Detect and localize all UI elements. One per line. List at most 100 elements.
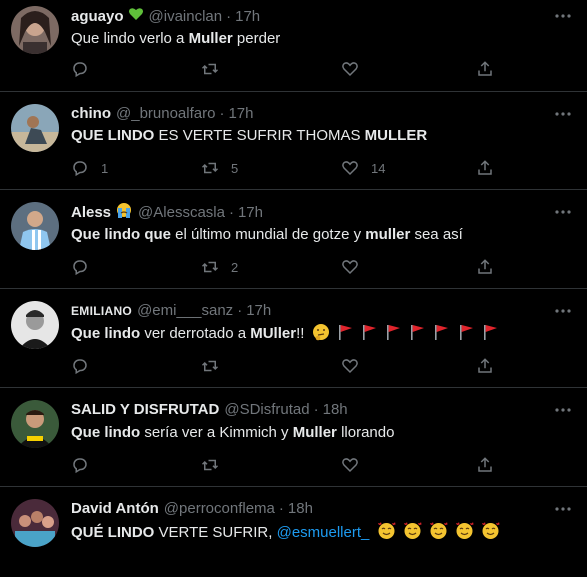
more-icon[interactable] <box>553 402 573 418</box>
display-name[interactable]: EMILIANO <box>71 301 132 321</box>
reply-button[interactable] <box>71 258 101 276</box>
tweet-header: SALID Y DISFRUTAD @SDisfrutad · 18h <box>71 400 348 420</box>
smiling-face-with-hearts-icon <box>429 522 448 546</box>
text-segment: Que lindo verlo a <box>71 30 189 47</box>
text-segment: llorando <box>336 424 395 441</box>
tweet-actions: 2 <box>71 258 501 278</box>
reply-button[interactable] <box>71 357 101 375</box>
reply-button[interactable]: 1 <box>71 159 108 177</box>
handle[interactable]: @SDisfrutad <box>224 400 309 420</box>
display-name[interactable]: SALID Y DISFRUTAD <box>71 400 219 420</box>
share-button[interactable] <box>476 258 494 276</box>
display-name[interactable]: aguayo <box>71 7 124 27</box>
smiling-face-with-hearts-icon <box>455 522 474 546</box>
red-flag-icon <box>482 323 499 347</box>
like-button[interactable] <box>341 357 371 375</box>
timestamp[interactable]: 17h <box>238 203 263 223</box>
reply-icon <box>71 456 89 474</box>
tweet[interactable]: Aless @Alesscasla · 17h Que lindo que el… <box>0 190 587 289</box>
avatar[interactable] <box>11 499 59 547</box>
red-flag-icon <box>458 323 475 347</box>
more-icon[interactable] <box>553 106 573 122</box>
handle[interactable]: @_brunoalfaro <box>116 104 215 124</box>
more-icon[interactable] <box>553 303 573 319</box>
tweet-header: chino @_brunoalfaro · 17h <box>71 104 254 124</box>
mention-link[interactable]: @esmuellert_ <box>277 524 370 541</box>
separator: · <box>313 401 319 418</box>
reply-button[interactable] <box>71 456 101 474</box>
display-name[interactable]: chino <box>71 104 111 124</box>
avatar[interactable] <box>11 400 59 448</box>
share-button[interactable] <box>476 456 494 474</box>
text-segment-bold: MULLER <box>364 127 428 144</box>
separator: · <box>219 105 225 122</box>
like-icon <box>341 60 359 78</box>
reply-icon <box>71 258 89 276</box>
smiling-face-with-hearts-icon <box>481 522 500 546</box>
text-segment: !! <box>296 325 305 342</box>
reply-button[interactable] <box>71 60 101 78</box>
more-icon[interactable] <box>553 204 573 220</box>
text-segment-bold: Que lindo que <box>71 226 171 243</box>
reply-icon <box>71 357 89 375</box>
retweet-button[interactable] <box>201 60 231 78</box>
tweet[interactable]: chino @_brunoalfaro · 17h QUE LINDO ES V… <box>0 92 587 190</box>
avatar[interactable] <box>11 6 59 54</box>
timestamp[interactable]: 18h <box>323 400 348 420</box>
handle[interactable]: @ivainclan <box>149 7 223 27</box>
tweet[interactable]: aguayo @ivainclan · 17h Que lindo verlo … <box>0 0 587 92</box>
text-segment-bold: Que lindo <box>71 325 141 342</box>
share-button[interactable] <box>476 159 494 177</box>
avatar[interactable] <box>11 202 59 250</box>
retweet-button[interactable]: 2 <box>201 258 238 276</box>
share-button[interactable] <box>476 357 494 375</box>
red-flag-icon <box>409 323 426 347</box>
tweet[interactable]: SALID Y DISFRUTAD @SDisfrutad · 18h Que … <box>0 388 587 487</box>
tweet-actions <box>71 456 501 476</box>
retweet-button[interactable] <box>201 456 231 474</box>
retweet-icon <box>201 456 219 474</box>
separator: · <box>278 500 284 517</box>
avatar[interactable] <box>11 301 59 349</box>
text-segment-bold: QUE LINDO <box>71 127 155 144</box>
handle[interactable]: @perroconflema <box>164 499 275 519</box>
retweet-icon <box>201 159 219 177</box>
like-button[interactable] <box>341 258 371 276</box>
display-name[interactable]: David Antón <box>71 499 159 519</box>
text-segment: ver derrotado a <box>140 325 251 342</box>
text-segment: sería ver a Kimmich y <box>140 424 293 441</box>
tweet-actions: 1 5 14 <box>71 159 501 179</box>
timestamp[interactable]: 17h <box>228 104 253 124</box>
tweet-text: Que lindo verlo a Muller perder <box>71 29 280 49</box>
retweet-icon <box>201 60 219 78</box>
text-segment: el último mundial de gotze y <box>171 226 366 243</box>
text-segment: sea así <box>410 226 463 243</box>
handle[interactable]: @emi___sanz <box>137 301 233 321</box>
like-button[interactable] <box>341 60 371 78</box>
more-icon[interactable] <box>553 8 573 24</box>
tweet[interactable]: EMILIANO @emi___sanz · 17h Que lindo ver… <box>0 289 587 388</box>
like-button[interactable] <box>341 456 371 474</box>
tweet-actions <box>71 357 501 377</box>
retweet-icon <box>201 357 219 375</box>
timestamp[interactable]: 18h <box>288 499 313 519</box>
red-flag-icon <box>433 323 450 347</box>
handle[interactable]: @Alesscasla <box>138 203 225 223</box>
more-icon[interactable] <box>553 501 573 517</box>
avatar[interactable] <box>11 104 59 152</box>
retweet-count: 5 <box>231 160 239 176</box>
tweet[interactable]: David Antón @perroconflema · 18h QUÉ LIN… <box>0 487 587 577</box>
timestamp[interactable]: 17h <box>246 301 271 321</box>
smiling-face-with-hearts-icon <box>377 522 396 546</box>
retweet-button[interactable] <box>201 357 231 375</box>
separator: · <box>228 203 234 221</box>
display-name[interactable]: Aless <box>71 203 111 223</box>
text-segment-bold: Que lindo <box>71 424 141 441</box>
retweet-button[interactable]: 5 <box>201 159 238 177</box>
text-segment: ES VERTE SUFRIR THOMAS <box>154 127 365 144</box>
retweet-count: 2 <box>231 259 239 275</box>
tweet-header: EMILIANO @emi___sanz · 17h <box>71 301 271 321</box>
share-button[interactable] <box>476 60 494 78</box>
timestamp[interactable]: 17h <box>235 7 260 27</box>
like-button[interactable]: 14 <box>341 159 385 177</box>
